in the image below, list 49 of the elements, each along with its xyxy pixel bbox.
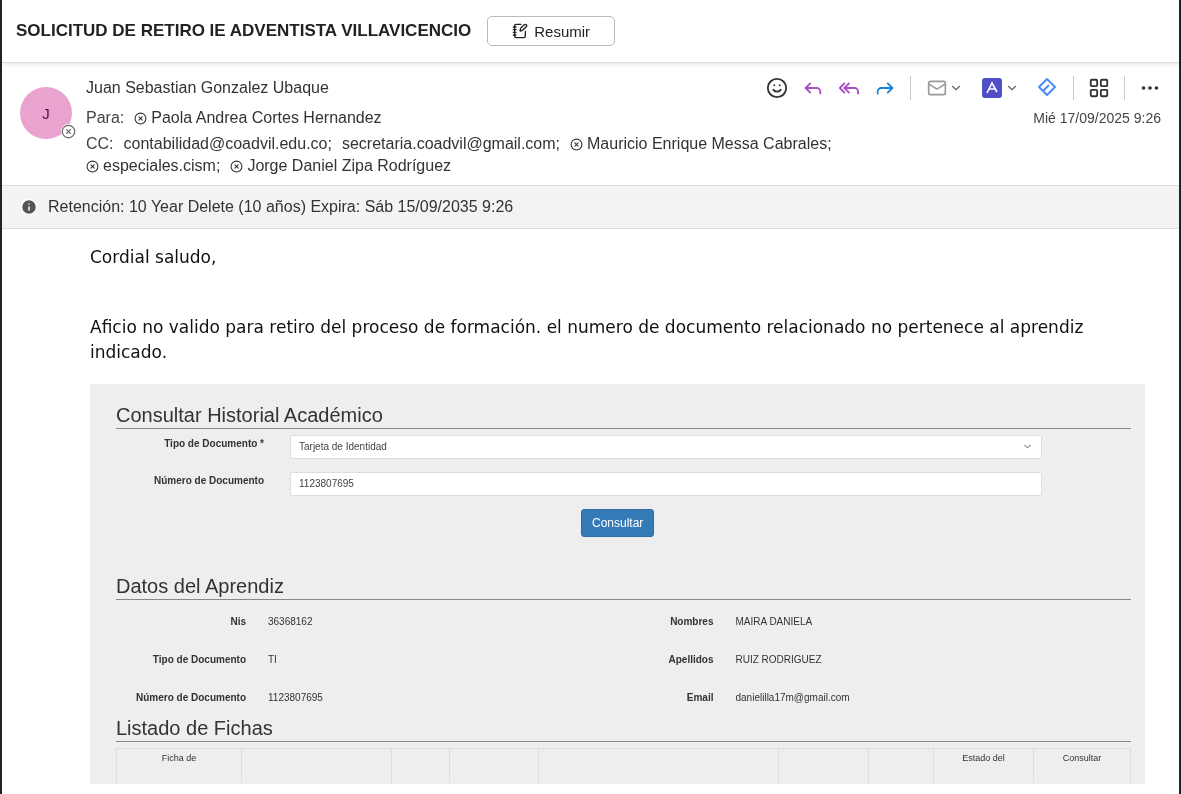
data-value: RUIZ RODRIGUEZ [735,653,823,665]
column-header: Ficha de [161,752,197,763]
field-label: Número de Documento [153,473,264,486]
cc-label: CC: [86,135,114,153]
emoji-icon[interactable] [766,77,788,99]
data-value: 36368162 [268,615,314,627]
avatar: J [20,87,72,139]
presence-icon [570,137,584,151]
summarize-button[interactable]: Resumir [487,16,616,46]
input-field[interactable]: 1123807695 [290,471,1042,496]
data-value: 1123807695 [268,691,324,703]
data-label: Nombres [669,615,714,627]
presence-icon [86,159,99,173]
apps-icon[interactable] [1088,77,1110,99]
section-heading: Consultar Historial Académico [116,403,1131,429]
notes-icon [512,23,529,39]
to-label: Para: [86,109,125,127]
data-label: Apellidos [667,653,714,665]
greeting-text: Cordial saludo, [90,246,218,269]
data-label: Nis [229,615,246,627]
data-label: Número de Documento [135,691,246,703]
column-header: Estado del [962,752,1005,763]
recipient-name[interactable]: especiales.cism; [86,157,221,175]
retention-text: Retención: 10 Year Delete (10 años) Expira: Sáb 15/09/2035 9:26 [48,198,514,216]
recipient-name[interactable]: contabilidad@coadvil.edu.co; [123,135,332,153]
column-header: Consultar [1062,752,1102,763]
section-heading: Listado de Fichas [116,716,1131,742]
presence-icon [134,111,148,125]
message-paragraph: Aficio no valido para retiro del proceso de formación. el numero de documento relacionado no pertenece al aprendiz indicado. [90,315,1085,364]
data-value: TI [268,653,278,665]
data-label: Email [685,691,714,703]
sender-name[interactable]: Juan Sebastian Gonzalez Ubaque [86,79,329,97]
presence-icon [230,159,244,173]
search-button[interactable]: Consultar [581,508,655,537]
presence-icon [61,124,76,139]
recipient-name[interactable]: Mauricio Enrique Messa Cabrales; [570,135,832,153]
info-icon [20,198,38,216]
section-heading: Datos del Aprendiz [116,574,1131,600]
message-date: Mié 17/09/2025 9:26 [1033,110,1161,126]
email-subject: SOLICITUD DE RETIRO IE ADVENTISTA VILLAVICENCIO [16,21,472,41]
field-label: Tipo de Documento * [163,436,264,449]
recipient-name[interactable]: secretaria.coadvil@gmail.com; [341,135,561,153]
data-label: Tipo de Documento [151,653,246,665]
envelope-icon[interactable] [927,78,947,98]
recipient-name[interactable]: Paola Andrea Cortes Hernandez [134,109,382,127]
data-value: MAIRA DANIELA [735,615,814,627]
data-value: danielilla17m@gmail.com [735,691,851,703]
recipient-name[interactable]: Jorge Daniel Zipa Rodríguez [230,157,452,175]
select-field[interactable]: Tarjeta de Identidad [290,434,1042,459]
